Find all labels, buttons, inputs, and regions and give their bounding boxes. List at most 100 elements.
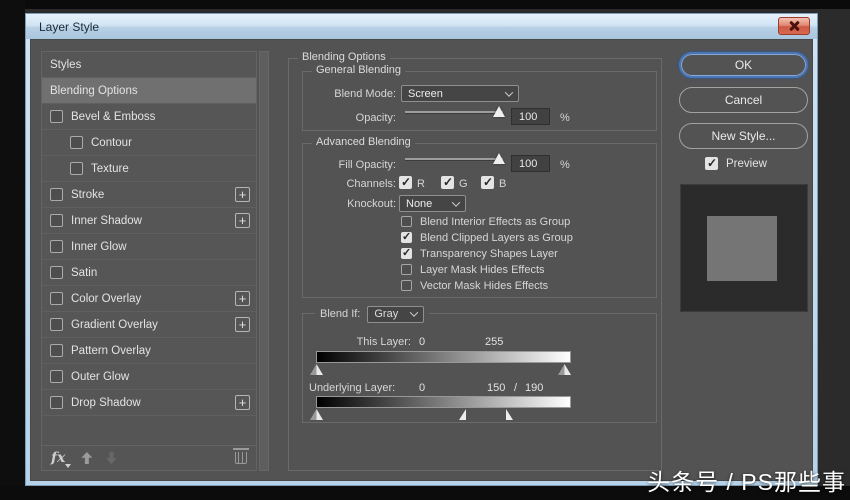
this-layer-black-thumb[interactable] xyxy=(310,364,323,375)
transparency-shapes-checkbox[interactable] xyxy=(401,246,412,259)
effect-checkbox[interactable] xyxy=(50,396,63,409)
sidebar-item-label: Styles xyxy=(50,58,82,71)
sidebar-scrollbar[interactable] xyxy=(259,51,269,471)
new-style-button[interactable]: New Style... xyxy=(679,123,808,149)
styles-sidebar: Styles Blending Options Bevel & Emboss C… xyxy=(41,51,257,471)
sidebar-item-label: Blending Options xyxy=(50,84,138,97)
add-effect-icon[interactable] xyxy=(235,317,250,332)
layer-style-dialog: Layer Style Styles Blending Options Beve… xyxy=(25,13,818,486)
channel-g-checkbox[interactable] xyxy=(441,175,454,189)
effect-checkbox[interactable] xyxy=(70,136,83,149)
channel-r-checkbox[interactable] xyxy=(399,175,412,189)
dialog-title: Layer Style xyxy=(39,19,100,34)
blend-if-select[interactable]: Gray xyxy=(367,305,425,323)
underlying-split-high-value: 190 xyxy=(525,382,544,394)
sidebar-item-pattern-overlay[interactable]: Pattern Overlay xyxy=(42,338,256,364)
slider-thumb[interactable] xyxy=(493,106,505,117)
option-label: Vector Mask Hides Effects xyxy=(420,280,549,292)
delete-effect-icon[interactable] xyxy=(233,448,249,464)
layer-mask-hides-checkbox[interactable] xyxy=(401,264,412,275)
sidebar-item-blending-options[interactable]: Blending Options xyxy=(42,78,256,104)
close-icon xyxy=(789,21,799,31)
effect-checkbox[interactable] xyxy=(50,344,63,357)
effect-checkbox[interactable] xyxy=(50,370,63,383)
underlying-white-thumb-left-half[interactable] xyxy=(459,409,466,420)
blend-mode-label: Blend Mode: xyxy=(334,88,396,100)
blend-mode-select[interactable]: Screen xyxy=(401,85,519,102)
sidebar-item-contour[interactable]: Contour xyxy=(42,130,256,156)
cancel-button-label: Cancel xyxy=(724,93,763,107)
blend-clipped-layers-checkbox[interactable] xyxy=(401,230,412,243)
effect-checkbox[interactable] xyxy=(50,214,63,227)
knockout-value: None xyxy=(406,197,433,210)
effect-checkbox[interactable] xyxy=(50,292,63,305)
effect-checkbox[interactable] xyxy=(50,188,63,201)
fill-opacity-input[interactable] xyxy=(511,155,550,172)
screenshot-stage: Layer Style Styles Blending Options Beve… xyxy=(0,0,850,500)
sidebar-item-outer-glow[interactable]: Outer Glow xyxy=(42,364,256,390)
underlying-white-thumb-right-half[interactable] xyxy=(506,409,513,420)
sidebar-item-label: Bevel & Emboss xyxy=(71,110,156,123)
sidebar-item-stroke[interactable]: Stroke xyxy=(42,182,256,208)
sidebar-item-gradient-overlay[interactable]: Gradient Overlay xyxy=(42,312,256,338)
sidebar-item-label: Inner Shadow xyxy=(71,214,142,227)
slider-thumb[interactable] xyxy=(493,153,505,164)
chevron-down-icon xyxy=(410,308,419,317)
this-layer-gradient-bar[interactable] xyxy=(316,351,571,363)
sidebar-item-bevel-emboss[interactable]: Bevel & Emboss xyxy=(42,104,256,130)
underlying-split-low-value: 150 xyxy=(487,382,506,394)
add-effect-icon[interactable] xyxy=(235,291,250,306)
fx-menu-button[interactable]: fx xyxy=(51,450,72,468)
sidebar-item-label: Gradient Overlay xyxy=(71,318,158,331)
dialog-content: Styles Blending Options Bevel & Emboss C… xyxy=(30,39,813,481)
add-effect-icon[interactable] xyxy=(235,187,250,202)
sidebar-item-inner-glow[interactable]: Inner Glow xyxy=(42,234,256,260)
move-effect-up-icon[interactable] xyxy=(81,452,93,464)
fill-opacity-slider[interactable] xyxy=(405,153,505,167)
opacity-slider[interactable] xyxy=(405,106,505,120)
preview-checkbox[interactable] xyxy=(705,156,718,170)
channel-b-checkbox[interactable] xyxy=(481,175,494,189)
sidebar-item-styles[interactable]: Styles xyxy=(42,52,256,78)
sidebar-item-inner-shadow[interactable]: Inner Shadow xyxy=(42,208,256,234)
effect-checkbox[interactable] xyxy=(50,110,63,123)
add-effect-icon[interactable] xyxy=(235,213,250,228)
sidebar-item-texture[interactable]: Texture xyxy=(42,156,256,182)
blend-interior-effects-checkbox[interactable] xyxy=(401,216,412,227)
sidebar-item-color-overlay[interactable]: Color Overlay xyxy=(42,286,256,312)
background-strip-left xyxy=(0,0,25,500)
sidebar-item-label: Drop Shadow xyxy=(71,396,141,409)
cancel-button[interactable]: Cancel xyxy=(679,87,808,113)
this-layer-white-thumb[interactable] xyxy=(558,364,571,375)
underlying-layer-gradient-bar[interactable] xyxy=(316,396,571,408)
this-layer-max-value: 255 xyxy=(485,336,504,348)
ok-button[interactable]: OK xyxy=(679,52,808,78)
sidebar-item-label: Inner Glow xyxy=(71,240,127,253)
close-button[interactable] xyxy=(778,17,810,35)
knockout-select[interactable]: None xyxy=(399,195,466,212)
sidebar-item-label: Color Overlay xyxy=(71,292,142,305)
fx-caret-icon xyxy=(65,464,72,468)
move-effect-down-icon[interactable] xyxy=(106,452,117,464)
underlying-black-thumb[interactable] xyxy=(310,409,323,420)
knockout-label: Knockout: xyxy=(347,198,396,210)
effect-checkbox[interactable] xyxy=(50,266,63,279)
effect-checkbox[interactable] xyxy=(50,240,63,253)
group-title: Advanced Blending xyxy=(312,136,415,148)
add-effect-icon[interactable] xyxy=(235,395,250,410)
dialog-titlebar[interactable]: Layer Style xyxy=(26,14,817,39)
sidebar-item-satin[interactable]: Satin xyxy=(42,260,256,286)
slider-track xyxy=(405,111,503,113)
opacity-label: Opacity: xyxy=(355,112,396,124)
sidebar-item-label: Satin xyxy=(71,266,98,279)
effect-checkbox[interactable] xyxy=(50,318,63,331)
fill-opacity-label: Fill Opacity: xyxy=(338,159,396,171)
channels-label: Channels: xyxy=(346,178,396,190)
new-style-button-label: New Style... xyxy=(711,129,776,143)
opacity-input[interactable] xyxy=(511,108,550,125)
sidebar-item-drop-shadow[interactable]: Drop Shadow xyxy=(42,390,256,416)
blend-if-value: Gray xyxy=(374,308,399,320)
general-blending-group: General Blending Blend Mode: Screen Opac… xyxy=(302,64,657,131)
effect-checkbox[interactable] xyxy=(70,162,83,175)
vector-mask-hides-checkbox[interactable] xyxy=(401,280,412,291)
